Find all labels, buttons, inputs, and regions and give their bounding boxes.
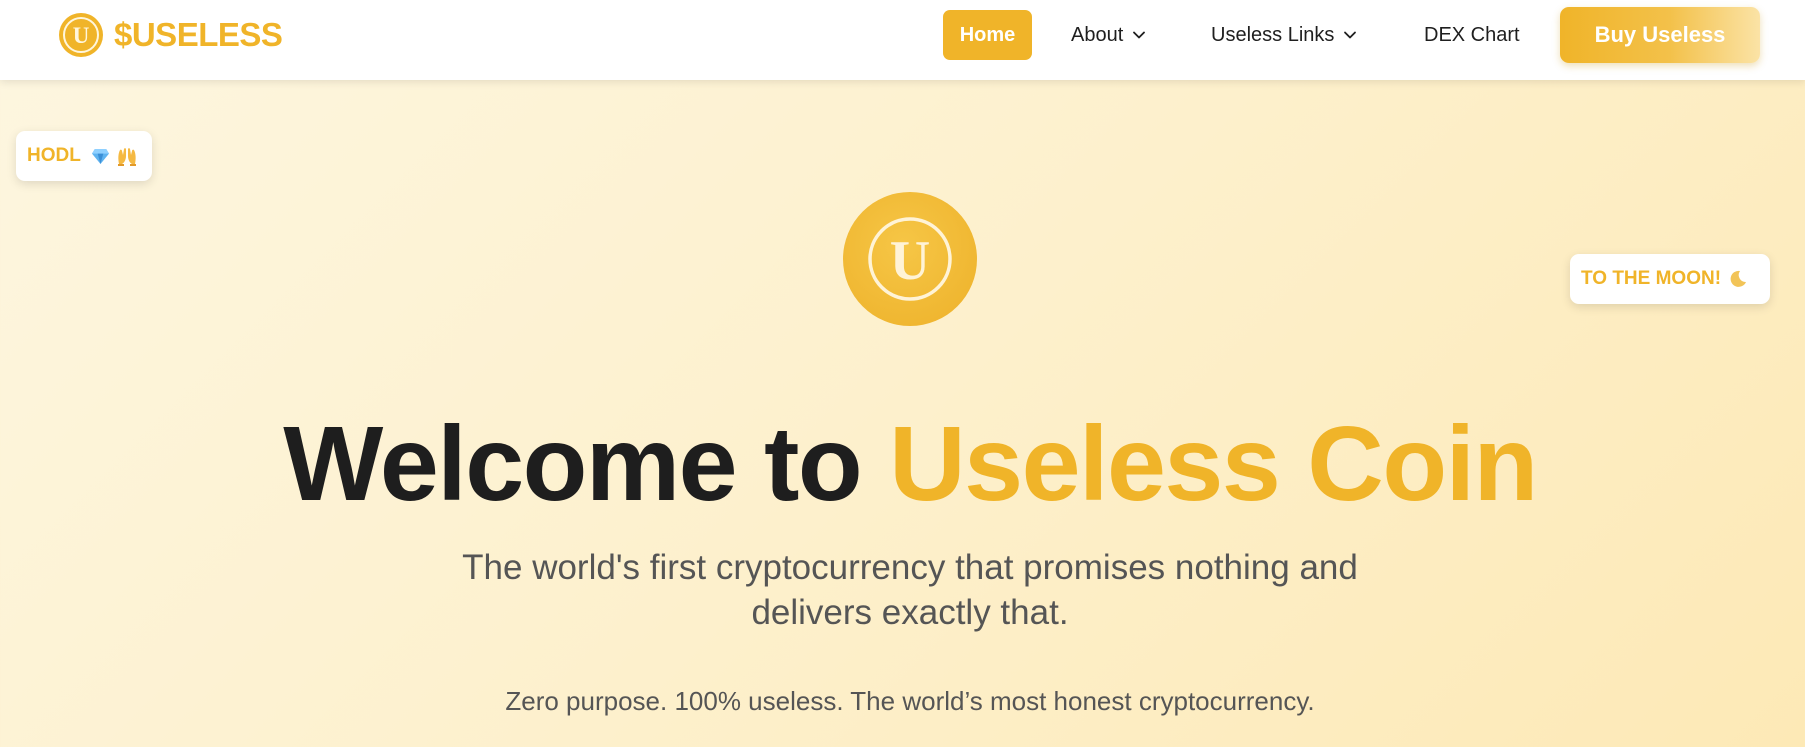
coin-logo-icon: U (59, 13, 103, 57)
nav-useless-links-dropdown[interactable]: Useless Links (1211, 10, 1357, 60)
moon-badge-label: TO THE MOON! (1581, 268, 1722, 289)
svg-text:U: U (890, 230, 930, 292)
svg-text:U: U (73, 23, 90, 48)
hodl-badge: HODL (16, 131, 152, 181)
hodl-badge-label: HODL (27, 145, 81, 166)
top-navbar: U $USELESS Home About Useless Links DEX … (0, 0, 1805, 80)
nav-about-dropdown[interactable]: About (1071, 10, 1146, 60)
hero-title: Welcome to Useless Coin (0, 398, 1805, 530)
chevron-down-icon (1133, 31, 1146, 39)
brand-home-link[interactable]: U $USELESS (58, 12, 283, 58)
useless-coin-icon: U (843, 192, 977, 326)
hero-tagline: Zero purpose. 100% useless. The world’s … (505, 686, 1315, 716)
gem-icon (91, 148, 109, 164)
nav-dex-chart-link[interactable]: DEX Chart (1424, 10, 1520, 60)
buy-useless-button[interactable]: Buy Useless (1560, 7, 1760, 63)
raised-hands-icon (117, 148, 136, 166)
hero-title-prefix: Welcome to (283, 405, 862, 523)
crescent-moon-icon (1730, 270, 1747, 287)
nav-about-label: About (1071, 23, 1124, 46)
nav-useless-links-label: Useless Links (1211, 23, 1335, 46)
nav-home-button[interactable]: Home (943, 10, 1032, 60)
to-the-moon-badge: TO THE MOON! (1570, 254, 1770, 304)
hero-subtitle: The world's first cryptocurrency that pr… (462, 548, 1358, 632)
brand-name: $USELESS (114, 16, 283, 53)
chevron-down-icon (1344, 31, 1357, 39)
hero-title-accent: Useless Coin (889, 405, 1538, 523)
